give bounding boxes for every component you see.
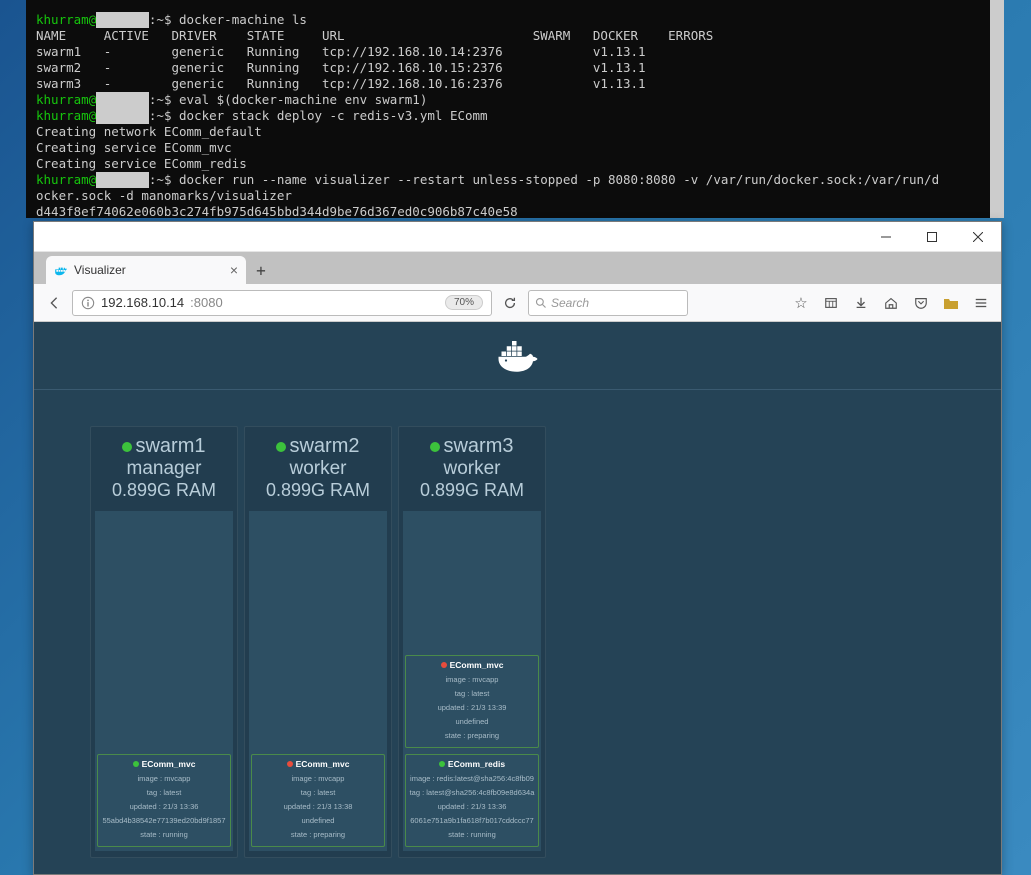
node-body: EComm_mvcimage : mvcapptag : latestupdat… [403, 511, 541, 851]
service-meta: image : redis:latest@sha256:4c8fb09 [408, 772, 536, 786]
node-name: swarm1 [91, 435, 237, 458]
service-meta: updated : 21/3 13:36 [408, 800, 536, 814]
folder-icon[interactable] [937, 289, 965, 317]
service-meta: 6061e751a9b1fa618f7b017cddccc77 [408, 814, 536, 828]
node-ram: 0.899G RAM [245, 480, 391, 501]
status-dot-icon [439, 761, 445, 767]
service-meta: state : running [100, 828, 228, 842]
new-tab-button[interactable]: + [246, 256, 276, 284]
tab-visualizer[interactable]: Visualizer × [46, 256, 246, 284]
terminal-window: khurram@ :~$ docker-machine ls NAME ACTI… [26, 0, 1004, 218]
service-meta: updated : 21/3 13:38 [254, 800, 382, 814]
status-dot-icon [441, 662, 447, 668]
zoom-indicator[interactable]: 70% [445, 295, 483, 310]
terminal-cmd: docker stack deploy -c redis-v3.yml ECom… [179, 108, 488, 123]
service-card[interactable]: EComm_mvcimage : mvcapptag : latestupdat… [251, 754, 385, 847]
maximize-button[interactable] [909, 222, 955, 252]
node-body: EComm_mvcimage : mvcapptag : latestupdat… [95, 511, 233, 851]
pocket-icon[interactable] [907, 289, 935, 317]
swarm-node: swarm1manager0.899G RAM EComm_mvcimage : … [90, 426, 238, 858]
download-icon[interactable] [847, 289, 875, 317]
service-meta: image : mvcapp [254, 772, 382, 786]
node-role: worker [399, 458, 545, 480]
service-meta: tag : latest [100, 786, 228, 800]
status-dot-icon [133, 761, 139, 767]
browser-window: Visualizer × + 192.168.10.14:8080 70% Se… [33, 221, 1002, 875]
refresh-button[interactable] [496, 289, 524, 317]
service-meta: undefined [254, 814, 382, 828]
terminal-prompt-user: khurram [36, 12, 89, 27]
bookmark-star-icon[interactable]: ☆ [787, 289, 815, 317]
docker-icon [54, 263, 68, 277]
service-title: EComm_redis [408, 759, 536, 769]
tab-label: Visualizer [74, 263, 126, 277]
service-card[interactable]: EComm_mvcimage : mvcapptag : latestupdat… [97, 754, 231, 847]
service-meta: undefined [408, 715, 536, 729]
status-dot-icon [276, 442, 286, 452]
node-body: EComm_mvcimage : mvcapptag : latestupdat… [249, 511, 387, 851]
swarm-node: swarm3worker0.899G RAM EComm_mvcimage : m… [398, 426, 546, 858]
status-dot-icon [287, 761, 293, 767]
tab-bar: Visualizer × + [34, 252, 1001, 284]
url-bar: 192.168.10.14:8080 70% Search ☆ [34, 284, 1001, 322]
url-text: 192.168.10.14 [101, 295, 184, 310]
toolbar-icons: ☆ [787, 289, 995, 317]
service-meta: updated : 21/3 13:36 [100, 800, 228, 814]
menu-icon[interactable] [967, 289, 995, 317]
node-name: swarm3 [399, 435, 545, 458]
node-role: worker [245, 458, 391, 480]
service-meta: state : running [408, 828, 536, 842]
home-icon[interactable] [877, 289, 905, 317]
service-meta: tag : latest [408, 687, 536, 701]
service-meta: tag : latest@sha256:4c8fb09e8d634a [408, 786, 536, 800]
node-ram: 0.899G RAM [91, 480, 237, 501]
node-ram: 0.899G RAM [399, 480, 545, 501]
close-button[interactable] [955, 222, 1001, 252]
redacted-host [96, 12, 149, 28]
minimize-button[interactable] [863, 222, 909, 252]
service-meta: 55abd4b38542e77139ed20bd9f1857 [100, 814, 228, 828]
service-title: EComm_mvc [100, 759, 228, 769]
search-icon [535, 297, 547, 309]
service-meta: image : mvcapp [100, 772, 228, 786]
service-meta: updated : 21/3 13:39 [408, 701, 536, 715]
service-title: EComm_mvc [408, 660, 536, 670]
library-icon[interactable] [817, 289, 845, 317]
visualizer-page: swarm1manager0.899G RAMEComm_mvcimage : … [34, 322, 1001, 874]
nodes-container: swarm1manager0.899G RAMEComm_mvcimage : … [34, 390, 1001, 858]
node-name: swarm2 [245, 435, 391, 458]
service-meta: image : mvcapp [408, 673, 536, 687]
status-dot-icon [122, 442, 132, 452]
tab-close-icon[interactable]: × [230, 262, 238, 278]
docker-whale-icon [494, 336, 542, 376]
node-role: manager [91, 458, 237, 480]
window-titlebar [34, 222, 1001, 252]
service-meta: state : preparing [254, 828, 382, 842]
info-icon [81, 296, 95, 310]
service-title: EComm_mvc [254, 759, 382, 769]
swarm-node: swarm2worker0.899G RAM EComm_mvcimage : m… [244, 426, 392, 858]
service-meta: tag : latest [254, 786, 382, 800]
status-dot-icon [430, 442, 440, 452]
back-button[interactable] [40, 289, 68, 317]
url-field[interactable]: 192.168.10.14:8080 70% [72, 290, 492, 316]
terminal-cmd: docker run --name visualizer --restart u… [179, 172, 939, 187]
search-field[interactable]: Search [528, 290, 688, 316]
visualizer-header [34, 322, 1001, 390]
service-card[interactable]: EComm_mvcimage : mvcapptag : latestupdat… [405, 655, 539, 748]
terminal-cmd: docker-machine ls [179, 12, 307, 27]
terminal-cmd: eval $(docker-machine env swarm1) [179, 92, 427, 107]
service-card[interactable]: EComm_redisimage : redis:latest@sha256:4… [405, 754, 539, 847]
service-meta: state : preparing [408, 729, 536, 743]
